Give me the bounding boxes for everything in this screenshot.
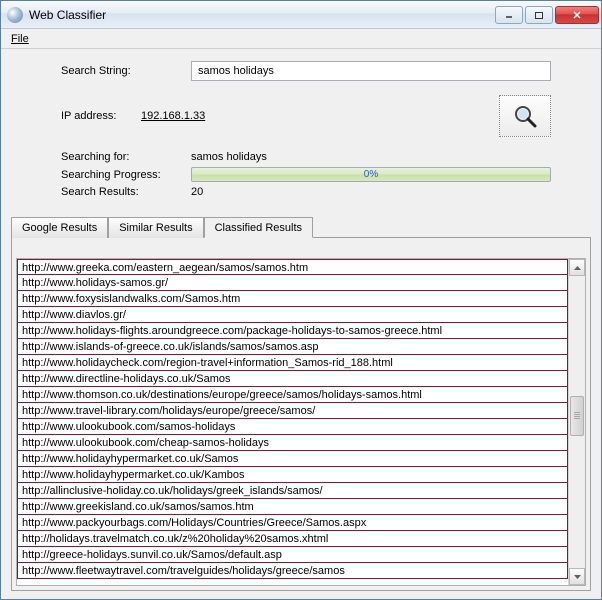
maximize-button[interactable] [525,6,553,24]
result-row[interactable]: http://www.islands-of-greece.co.uk/islan… [17,339,568,355]
chevron-down-icon [574,575,581,579]
tabs-container: Google Results Similar Results Classifie… [11,216,591,591]
result-row[interactable]: http://www.ulookubook.com/samos-holidays [17,419,568,435]
result-row[interactable]: http://www.greekisland.co.uk/samos/samos… [17,499,568,515]
results-count-value: 20 [191,186,203,198]
tab-classified-results[interactable]: Classified Results [204,217,313,238]
scroll-track[interactable] [569,276,585,568]
progress-bar: 0% [191,167,551,182]
result-row[interactable]: http://www.holidayhypermarket.co.uk/Samo… [17,451,568,467]
minimize-button[interactable] [495,6,523,24]
chevron-up-icon [574,266,581,270]
ip-row: IP address: 192.168.1.33 [61,95,551,137]
result-row[interactable]: http://www.packyourbags.com/Holidays/Cou… [17,515,568,531]
window-title: Web Classifier [29,8,495,22]
result-row[interactable]: http://www.travel-library.com/holidays/e… [17,403,568,419]
ip-label: IP address: [61,110,141,122]
result-row[interactable]: http://www.diavlos.gr/ [17,307,568,323]
results-count-row: Search Results: 20 [61,186,551,198]
app-icon [7,7,23,23]
result-row[interactable]: http://holidays.travelmatch.co.uk/z%20ho… [17,531,568,547]
result-row[interactable]: http://allinclusive-holiday.co.uk/holida… [17,483,568,499]
results-box: http://www.greeka.com/eastern_aegean/sam… [16,258,586,586]
search-row: Search String: [61,61,551,81]
search-label: Search String: [61,65,191,77]
result-row[interactable]: http://greece-holidays.sunvil.co.uk/Samo… [17,547,568,563]
content: Search String: IP address: 192.168.1.33 … [1,49,601,599]
progress-label: Searching Progress: [61,169,191,181]
tab-similar-results[interactable]: Similar Results [108,217,203,238]
scrollbar-vertical[interactable] [568,259,585,585]
result-row[interactable]: http://www.holidayhypermarket.co.uk/Kamb… [17,467,568,483]
form-area: Search String: IP address: 192.168.1.33 … [11,57,591,210]
tab-google-results[interactable]: Google Results [11,217,108,238]
tab-panel: http://www.greeka.com/eastern_aegean/sam… [11,237,591,591]
result-row[interactable]: http://www.foxysislandwalks.com/Samos.ht… [17,291,568,307]
result-row[interactable]: http://www.thomson.co.uk/destinations/eu… [17,387,568,403]
search-input[interactable] [191,61,551,81]
progress-percent: 0% [364,169,378,180]
result-row[interactable]: http://www.directline-holidays.co.uk/Sam… [17,371,568,387]
minimize-icon [504,10,514,20]
window: Web Classifier File Search String: IP ad… [0,0,602,600]
searching-for-row: Searching for: samos holidays [61,151,551,163]
result-row[interactable]: http://www.holidays-flights.aroundgreece… [17,323,568,339]
scroll-down-button[interactable] [569,568,585,585]
maximize-icon [534,10,544,20]
close-icon [572,10,582,20]
window-controls [495,6,599,24]
result-row[interactable]: http://www.ulookubook.com/cheap-samos-ho… [17,435,568,451]
tab-strip: Google Results Similar Results Classifie… [11,216,591,237]
titlebar: Web Classifier [1,1,601,29]
magnifier-icon [511,102,539,130]
result-row[interactable]: http://www.holidaycheck.com/region-trave… [17,355,568,371]
scroll-up-button[interactable] [569,259,585,276]
menu-file[interactable]: File [5,31,35,47]
progress-row: Searching Progress: 0% [61,167,551,182]
close-button[interactable] [555,6,599,24]
searching-for-label: Searching for: [61,151,191,163]
results-count-label: Search Results: [61,186,191,198]
result-row[interactable]: http://www.fleetwaytravel.com/travelguid… [17,563,568,579]
menubar: File [1,29,601,49]
result-row[interactable]: http://www.greeka.com/eastern_aegean/sam… [17,259,568,275]
ip-value: 192.168.1.33 [141,110,205,122]
result-row[interactable]: http://www.holidays-samos.gr/ [17,275,568,291]
scroll-thumb[interactable] [570,396,584,436]
search-button[interactable] [499,95,551,137]
searching-for-value: samos holidays [191,151,267,163]
results-list: http://www.greeka.com/eastern_aegean/sam… [17,259,568,585]
